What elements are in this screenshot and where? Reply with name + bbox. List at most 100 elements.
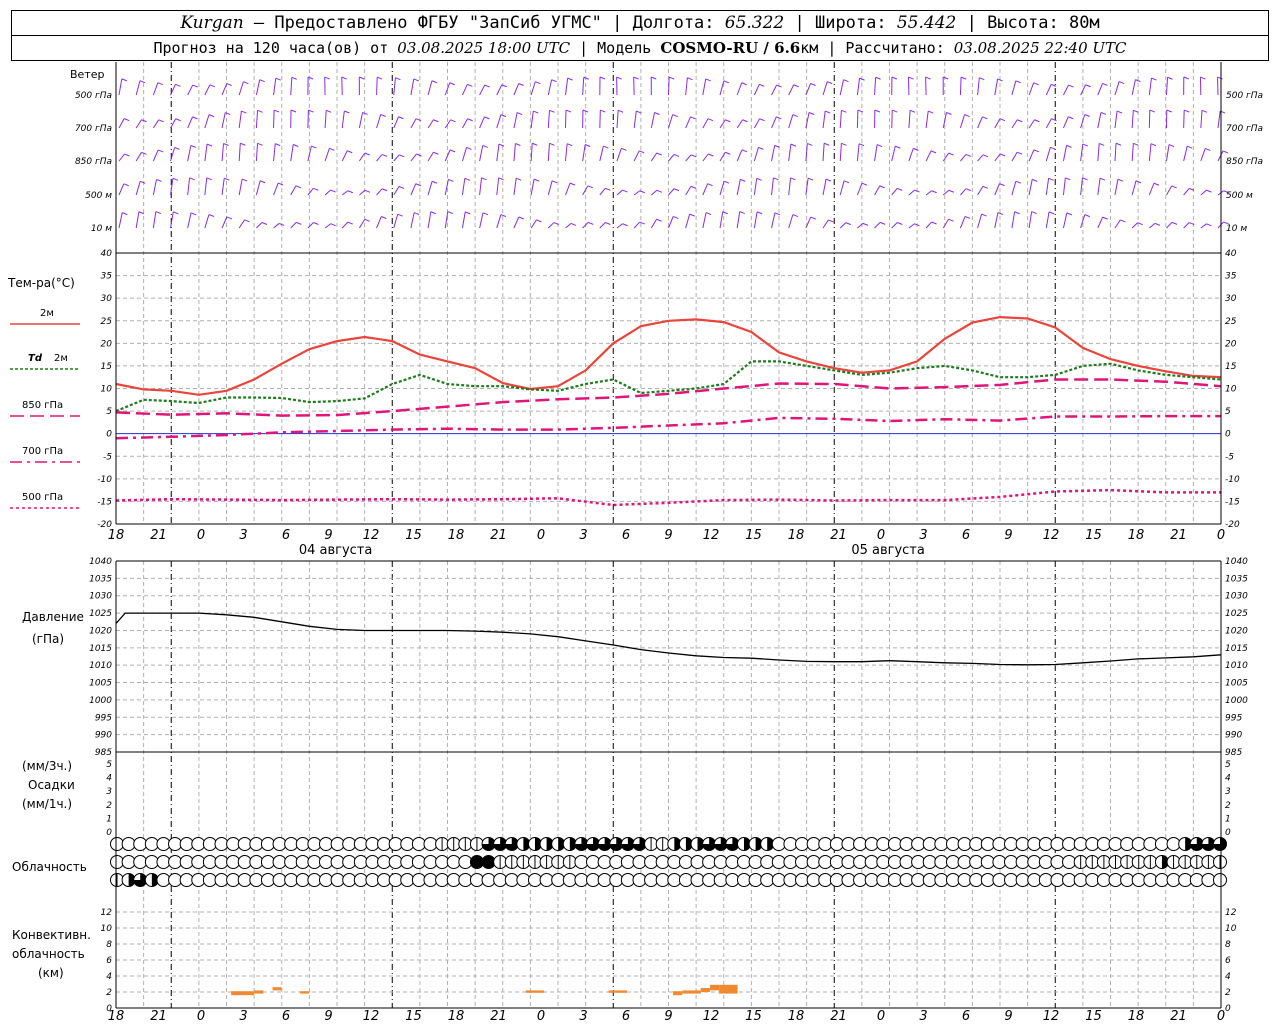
cloud-symbol (713, 855, 728, 869)
wind-barb (530, 179, 535, 196)
wind-barb-flag (583, 76, 589, 80)
wind-barb (410, 183, 417, 196)
prec-tick-right: 0 (1225, 828, 1231, 838)
wind-barb (1011, 80, 1017, 96)
wind-barb-flag (876, 144, 883, 148)
wind-barb (651, 189, 658, 196)
cloud-symbol (644, 873, 659, 887)
wind-barb (702, 153, 709, 162)
wind-barb-flag (158, 119, 164, 123)
wind-barb (530, 219, 537, 229)
wind-barb (891, 222, 898, 229)
convective-bars (231, 984, 738, 996)
cloud-symbol (435, 855, 450, 869)
cloud-symbol (1027, 837, 1042, 851)
wind-barb-flag (1154, 222, 1161, 226)
wind-barb-flag (482, 144, 488, 148)
cloud-symbol (864, 855, 879, 869)
wind-barb (152, 149, 159, 162)
cloud-symbol (945, 873, 960, 887)
wind-barb (564, 110, 567, 129)
wind-barb (273, 78, 277, 96)
wind-barb (719, 119, 726, 129)
wind-barb-flag (566, 143, 573, 147)
wind-barb (856, 143, 860, 162)
prec-tick-right: 3 (1225, 787, 1231, 797)
wind-barb (616, 110, 619, 129)
wind-barb (376, 154, 383, 162)
pressure-unit: (гПа) (32, 632, 64, 646)
wind-barb (753, 147, 759, 162)
cloud-symbol (423, 873, 438, 887)
wind-barb-flag (464, 177, 470, 181)
wind-barb (668, 77, 670, 96)
conv-bar (231, 991, 255, 996)
cloud-symbol (899, 837, 914, 851)
wind-barb (135, 211, 140, 229)
wind-barb (496, 214, 502, 229)
wind-barb-flag (1084, 214, 1090, 218)
wind-barb-flag (209, 84, 216, 88)
wind-barb-flag (313, 187, 319, 191)
cloud-symbol (1143, 873, 1158, 887)
wind-barb (856, 110, 859, 129)
cloud-symbol (1050, 855, 1065, 869)
wind-barb (1062, 177, 1066, 196)
wind-barb (616, 189, 623, 196)
cloud-symbol (260, 873, 275, 887)
wind-barb (1183, 110, 1185, 129)
wind-barb-flag (622, 223, 628, 227)
cloud-symbol (527, 873, 542, 887)
wind-barb (1045, 147, 1051, 162)
cloud-symbol (911, 873, 926, 887)
cloud-symbol (934, 873, 949, 887)
cloud-symbol (922, 873, 937, 887)
wind-barb (530, 111, 534, 129)
conv-bar (608, 990, 628, 993)
wind-level-left: 700 гПа (75, 124, 112, 134)
meteogram: 40 4035 3530 3025 2520 2015 1510 105 50 0-5 -5-10-… (7, 62, 1263, 1024)
wind-barb (994, 78, 999, 96)
pres-tick-right: 995 (1225, 713, 1242, 723)
wind-barb (187, 212, 192, 229)
wind-barb-flag (875, 76, 881, 80)
wind-barb-flag (296, 221, 302, 225)
cloud-symbol (516, 873, 531, 887)
wind-barb-flag (1183, 76, 1189, 80)
cloud-symbol (771, 855, 786, 869)
wind-barb (358, 152, 366, 162)
wind-barb (547, 180, 553, 196)
wind-barb (1045, 84, 1052, 96)
cloud-symbol (1154, 837, 1169, 851)
wind-barb (805, 178, 809, 196)
wind-barb-flag (1102, 83, 1108, 86)
cloud-symbol (853, 837, 868, 851)
x-tick-top: 0 (197, 528, 205, 543)
wind-barb (547, 110, 550, 129)
wind-barb (341, 221, 349, 229)
cloud-symbol (400, 873, 415, 887)
wind-barb-flag (536, 219, 542, 223)
wind-barb-flag (341, 76, 347, 80)
wind-barb (513, 216, 520, 229)
wind-barb-flag (707, 183, 713, 187)
pres-tick-left: 1005 (89, 679, 112, 689)
x-tick-bottom: 21 (1170, 1009, 1187, 1024)
cloud-symbol (226, 873, 241, 887)
cloud-symbol (330, 837, 345, 851)
wind-barb (496, 114, 502, 129)
wind-barb (736, 119, 743, 129)
x-tick-top: 9 (324, 528, 332, 543)
cloud-symbol (493, 873, 508, 887)
wind-barb-flag (275, 143, 281, 147)
wind-barb (393, 154, 400, 162)
cloud-symbol (980, 855, 995, 869)
wind-barb (376, 216, 382, 229)
cloud-label: Облачность (12, 860, 87, 874)
conv-tick-left: 12 (101, 908, 113, 918)
wind-barb-flag (549, 142, 555, 146)
wind-barb (1080, 144, 1084, 162)
wind-barb (255, 143, 259, 162)
cloud-symbol (702, 873, 717, 887)
cloud-symbol (411, 837, 426, 851)
